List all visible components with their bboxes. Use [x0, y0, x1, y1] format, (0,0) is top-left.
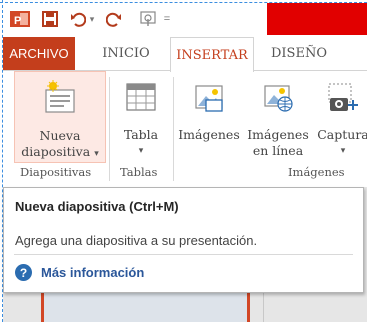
- ribbon-tabs: ARCHIVO INICIO INSERTAR DISEÑO: [3, 37, 367, 72]
- new-slide-button[interactable]: Nueva diapositiva ▾: [14, 71, 106, 163]
- tab-inicio[interactable]: INICIO: [95, 37, 157, 70]
- undo-dropdown-caret[interactable]: ▾: [87, 8, 97, 30]
- powerpoint-icon[interactable]: P: [9, 8, 31, 30]
- new-slide-tooltip: Nueva diapositiva (Ctrl+M) Agrega una di…: [3, 187, 364, 293]
- group-separator: [173, 77, 174, 181]
- tooltip-divider: [14, 254, 353, 255]
- table-caret[interactable]: ▾: [139, 143, 144, 159]
- help-icon: ?: [15, 264, 32, 281]
- group-label-tables: Tablas: [120, 165, 158, 179]
- tooltip-title: Nueva diapositiva (Ctrl+M): [15, 199, 179, 214]
- title-bar: [267, 3, 367, 35]
- save-icon[interactable]: [39, 8, 61, 30]
- new-slide-label-2-text: diapositiva: [21, 144, 91, 159]
- image-icon: [191, 79, 227, 115]
- table-icon: [123, 79, 159, 115]
- online-images-label-2: en línea: [252, 143, 304, 158]
- new-slide-icon: [42, 80, 78, 116]
- tab-diseno[interactable]: DISEÑO: [266, 37, 332, 70]
- group-label-images: Imágenes: [288, 165, 345, 179]
- online-images-button[interactable]: Imágenes en línea: [245, 71, 311, 163]
- new-slide-label-1: Nueva: [39, 128, 81, 143]
- powerpoint-window: P ▾ = ARCHIVO INICIO INSERTAR DISEÑO Nue…: [0, 0, 367, 322]
- online-image-icon: [260, 79, 296, 115]
- repeat-icon[interactable]: [103, 8, 125, 30]
- tab-insertar[interactable]: INSERTAR: [170, 37, 254, 72]
- more-info-label: Más información: [41, 265, 145, 280]
- table-button[interactable]: Tabla ▾: [112, 71, 170, 163]
- more-info-link[interactable]: ? Más información: [15, 264, 144, 281]
- selection-border-top: [0, 2, 367, 3]
- capture-label: Captura: [317, 127, 367, 142]
- group-separator: [109, 77, 110, 181]
- new-slide-label-2: diapositiva ▾: [21, 144, 98, 162]
- group-label-slides: Diapositivas: [20, 165, 92, 179]
- customize-qat-caret[interactable]: =: [161, 8, 173, 30]
- images-label: Imágenes: [178, 127, 240, 142]
- capture-caret[interactable]: ▾: [341, 143, 346, 159]
- table-label: Tabla: [123, 127, 159, 142]
- screenshot-icon: [325, 79, 361, 115]
- capture-button[interactable]: Captura ▾: [313, 71, 367, 163]
- images-button[interactable]: Imágenes: [175, 71, 243, 163]
- ribbon-insertar: Nueva diapositiva ▾ Tabla ▾ Imágenes Imá…: [3, 70, 367, 188]
- tab-archivo[interactable]: ARCHIVO: [3, 37, 75, 70]
- undo-icon[interactable]: [69, 8, 87, 30]
- tooltip-description: Agrega una diapositiva a su presentación…: [15, 233, 258, 248]
- touch-mode-icon[interactable]: [137, 8, 159, 30]
- new-slide-caret[interactable]: ▾: [94, 149, 99, 159]
- svg-text:P: P: [14, 15, 21, 27]
- online-images-label-1: Imágenes: [247, 127, 309, 142]
